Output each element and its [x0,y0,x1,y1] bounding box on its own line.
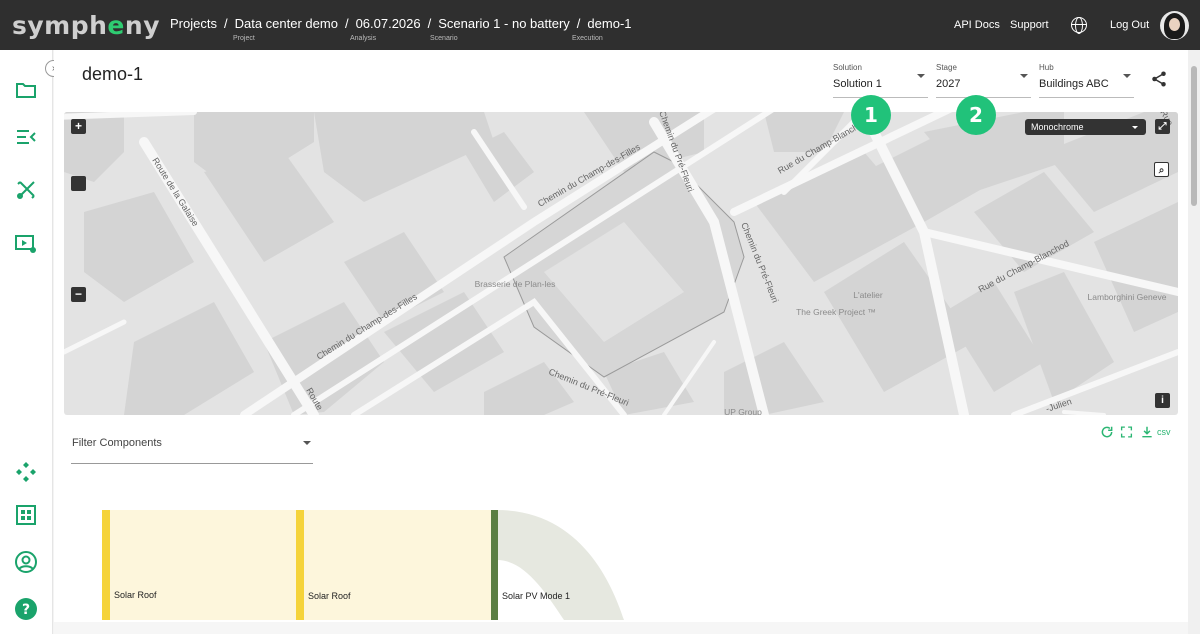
sankey-node-bar[interactable] [296,510,304,620]
globe-icon[interactable] [1071,17,1087,34]
sankey-node-label: Solar Roof [308,591,351,601]
hub-label: Hub [1039,63,1054,72]
page-title: demo-1 [82,64,144,84]
sankey-link [102,510,296,620]
map-poi-label: L'atelier [853,290,883,300]
map-canvas: Route de la Galaise Chemin du Champ-des-… [64,112,1178,415]
solution-value: Solution 1 [833,78,882,90]
breadcrumb-separator: / [427,16,432,31]
csv-export-button[interactable]: csv [1157,427,1171,441]
breadcrumb-current: demo-1 [587,16,632,31]
map-fullscreen-icon[interactable]: ⤢ [1155,119,1170,134]
chevron-down-icon [1132,126,1138,129]
network-icon[interactable] [14,460,38,484]
list-collapse-icon[interactable] [14,125,38,149]
breadcrumb: Projects / Data center demo / 06.07.2026… [170,16,632,31]
map-street-label: Chemin du Pré-Fleuri [739,221,780,304]
top-bar: sympheny Projects / Data center demo / 0… [0,0,1200,50]
dashboard-icon[interactable] [14,503,38,527]
sankey-node-label: Solar PV Mode 1 [502,591,571,601]
breadcrumb-separator: / [344,16,349,31]
map-search-zoom-icon[interactable]: ⌕ [1154,162,1169,177]
account-icon[interactable] [14,550,38,574]
horizontal-scrollbar[interactable] [54,622,1188,634]
help-icon[interactable]: ? [14,597,38,621]
share-icon[interactable] [1150,70,1168,88]
stage-value: 2027 [936,78,961,90]
left-sidebar: ? [0,50,53,634]
logout-link[interactable]: Log Out [1110,19,1149,31]
breadcrumb-sub-analysis: Analysis [350,35,377,42]
breadcrumb-separator: / [223,16,228,31]
video-settings-icon[interactable] [14,232,38,256]
sankey-diagram: Solar Roof Solar Roof Solar PV Mode 1 [64,470,1178,620]
solution-select[interactable]: Solution Solution 1 [833,63,928,98]
sankey-link [296,510,491,620]
download-icon[interactable] [1140,425,1154,439]
avatar[interactable] [1160,11,1189,40]
step-badge-2: 2 [956,95,996,135]
fit-screen-icon[interactable] [1120,425,1133,439]
folder-icon[interactable] [14,78,38,102]
breadcrumb-projects[interactable]: Projects [170,16,217,31]
chevron-down-icon [917,74,925,78]
breadcrumb-sub-project: Project [233,35,255,42]
chevron-down-icon [1020,74,1028,78]
sankey-canvas [102,510,624,620]
breadcrumb-scenario[interactable]: 06.07.2026 [356,16,421,31]
map-info-button[interactable]: i [1155,393,1170,408]
sankey-node-bar[interactable] [491,510,498,620]
stage-label: Stage [936,63,957,72]
hub-value: Buildings ABC [1039,78,1109,90]
refresh-icon[interactable] [1100,425,1114,439]
support-link[interactable]: Support [1010,19,1049,31]
solution-label: Solution [833,63,862,72]
sankey-link [497,510,624,620]
tools-icon[interactable] [14,178,38,202]
map-style-select[interactable]: Monochrome [1025,119,1146,135]
map-zoom-in-button[interactable]: + [71,119,86,134]
filter-components-select[interactable]: Filter Components [71,430,313,464]
scrollbar-thumb[interactable] [1191,66,1197,206]
map-poi-label: Brasserie de Plan-les [475,279,556,289]
step-badge-1: 1 [851,95,891,135]
map-draw-rectangle-button[interactable] [71,176,86,191]
map-view[interactable]: Route de la Galaise Chemin du Champ-des-… [64,112,1178,415]
map-poi-label: Lamborghini Geneve [1088,292,1167,302]
chevron-down-icon [1123,74,1131,78]
vertical-scrollbar[interactable] [1188,50,1200,634]
breadcrumb-separator: / [576,16,581,31]
app-logo[interactable]: sympheny [12,11,160,40]
svg-text:?: ? [22,602,30,618]
breadcrumb-sub-execution: Execution [572,35,603,42]
hub-select[interactable]: Hub Buildings ABC [1039,63,1134,98]
chevron-down-icon [303,441,311,445]
breadcrumb-execution[interactable]: Scenario 1 - no battery [438,16,570,31]
map-poi-label: The Greek Project ™ [796,307,876,317]
stage-select[interactable]: Stage 2027 [936,63,1031,98]
filter-placeholder: Filter Components [72,437,162,449]
map-zoom-out-button[interactable]: − [71,287,86,302]
breadcrumb-sub-scenario: Scenario [430,35,458,42]
map-poi-label: UP Group [724,407,762,415]
breadcrumb-analysis[interactable]: Data center demo [235,16,338,31]
api-docs-link[interactable]: API Docs [954,19,1000,31]
sankey-node-bar[interactable] [102,510,110,620]
sankey-node-label: Solar Roof [114,590,157,600]
